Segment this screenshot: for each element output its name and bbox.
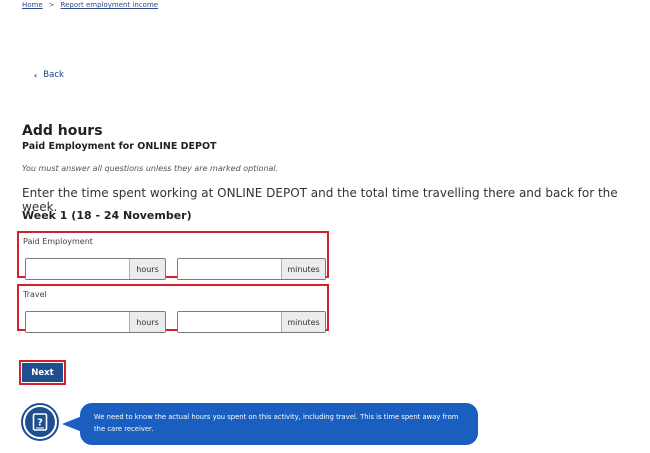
optional-note: You must answer all questions unless the… — [22, 164, 279, 173]
paid-employment-hours-unit: hours — [129, 259, 165, 279]
help-book-icon: ? — [32, 413, 48, 431]
travel-minutes-unit: minutes — [281, 312, 325, 332]
paid-employment-minutes-field: minutes — [177, 258, 326, 280]
travel-hours-unit: hours — [129, 312, 165, 332]
next-button[interactable]: Next — [22, 363, 63, 382]
paid-employment-label: Paid Employment — [23, 237, 93, 246]
paid-employment-minutes-unit: minutes — [281, 259, 325, 279]
helper-message: We need to know the actual hours you spe… — [80, 403, 478, 445]
breadcrumb-separator: > — [48, 1, 55, 9]
chevron-left-icon: ‹ — [34, 70, 38, 80]
helper-bubble-tail — [62, 416, 82, 432]
travel-hours-field: hours — [25, 311, 166, 333]
helper-avatar[interactable]: ? — [21, 403, 59, 441]
travel-label: Travel — [23, 290, 47, 299]
breadcrumb: Home > Report employment income — [22, 1, 158, 9]
paid-employment-minutes-input[interactable] — [178, 259, 281, 279]
paid-employment-hours-field: hours — [25, 258, 166, 280]
travel-minutes-input[interactable] — [178, 312, 281, 332]
paid-employment-group: Paid Employment hours minutes — [17, 231, 329, 280]
week-heading: Week 1 (18 - 24 November) — [22, 209, 192, 222]
next-button-highlight: Next — [19, 360, 66, 385]
back-link[interactable]: ‹ Back — [34, 70, 64, 80]
page-subtitle: Paid Employment for ONLINE DEPOT — [22, 141, 217, 152]
back-label: Back — [43, 70, 64, 80]
page-title: Add hours — [22, 123, 103, 139]
svg-text:?: ? — [37, 418, 43, 429]
travel-group: Travel hours minutes — [17, 284, 329, 333]
travel-minutes-field: minutes — [177, 311, 326, 333]
travel-hours-input[interactable] — [26, 312, 129, 332]
breadcrumb-report-employment-income-link[interactable]: Report employment income — [61, 1, 159, 9]
paid-employment-hours-input[interactable] — [26, 259, 129, 279]
breadcrumb-home-link[interactable]: Home — [22, 1, 43, 9]
